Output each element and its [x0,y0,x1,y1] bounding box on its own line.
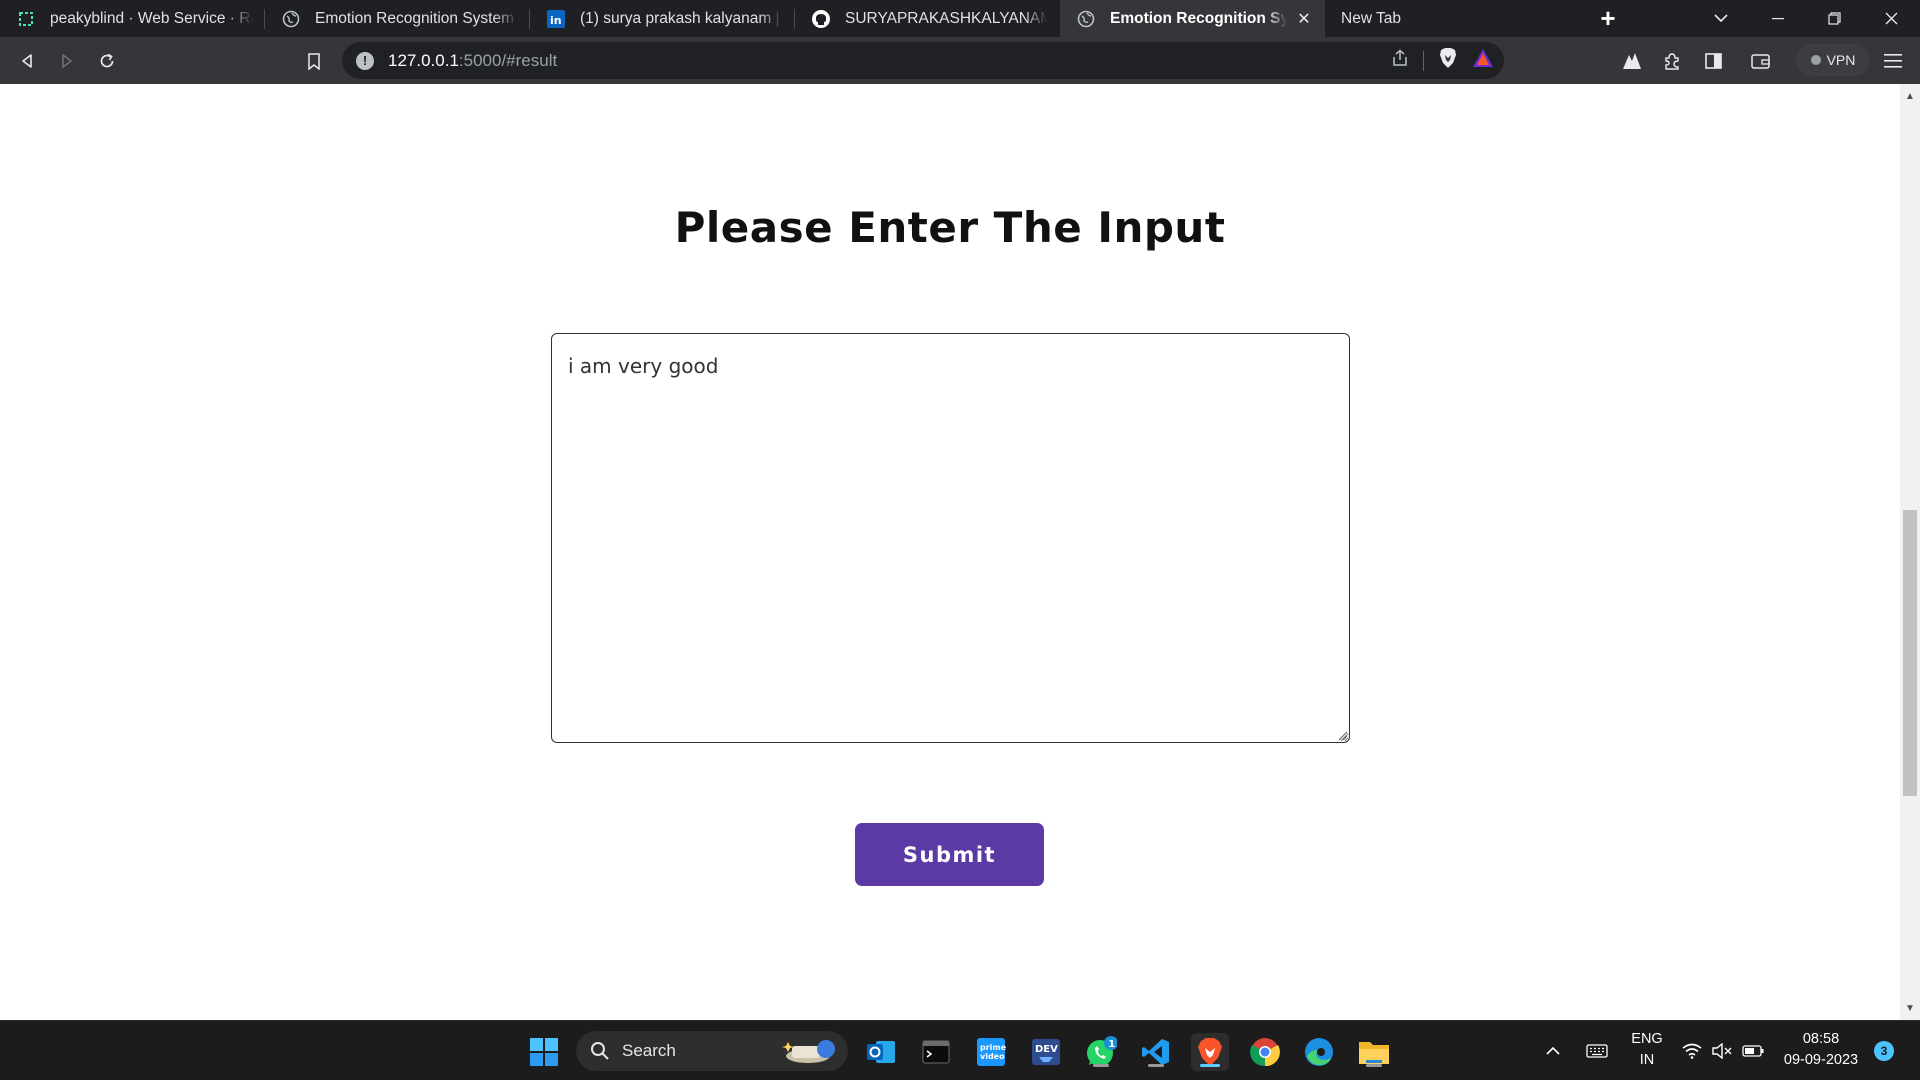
tab-strip: peakyblind · Web Service · Render Emotio… [0,0,1920,37]
prime-video-icon[interactable]: prime video [972,1033,1010,1071]
brave-rewards-icon[interactable] [1472,48,1494,73]
clock-date: 09-09-2023 [1783,1052,1859,1068]
svg-text:DEV: DEV [1035,1044,1058,1055]
search-label: Search [622,1041,676,1060]
whatsapp-badge: 1 [1108,1039,1115,1050]
language-code: ENG [1631,1031,1663,1047]
globe-icon [281,9,301,29]
scroll-up-icon[interactable]: ▲ [1900,88,1920,104]
windows-taskbar: Search prime video DEV 1 ENG IN 08:58 09… [0,1020,1920,1080]
search-icon [591,1042,609,1060]
vpn-status-dot [1810,55,1821,65]
page-scrollbar[interactable]: ▲ ▼ [1900,84,1920,1020]
tab-label: Emotion Recognition System [1110,9,1287,27]
minimize-icon[interactable] [1749,0,1806,37]
forward-icon[interactable] [47,41,87,81]
site-info-icon[interactable]: ! [356,51,374,70]
tab-search-chevron-icon[interactable] [1692,0,1749,37]
battery-icon[interactable] [1742,1021,1764,1081]
reload-icon[interactable] [87,41,127,81]
vpn-label: VPN [1826,52,1856,68]
taskbar-search-box[interactable]: Search [576,1031,848,1071]
dev-home-icon[interactable]: DEV [1027,1033,1065,1071]
bookmark-icon[interactable] [294,41,334,81]
windows-start-icon[interactable] [525,1033,563,1071]
file-explorer-icon[interactable] [1355,1033,1393,1071]
vpn-button[interactable]: VPN [1796,44,1870,76]
close-window-icon[interactable] [1863,0,1920,37]
back-icon[interactable] [7,41,47,81]
brave-browser-icon[interactable] [1191,1033,1229,1071]
new-tab-plus-icon[interactable]: + [1585,0,1631,37]
wifi-icon[interactable] [1682,1021,1702,1081]
scrollbar-thumb[interactable] [1903,510,1917,796]
browser-toolbar: ! 127.0.0.1:5000/#result VPN [0,37,1920,84]
show-hidden-icons-chevron[interactable] [1545,1021,1561,1081]
brave-news-icon[interactable] [1612,41,1652,81]
tab-linkedin[interactable]: in (1) surya prakash kalyanam | LinkedIn [530,0,795,37]
share-icon[interactable] [1391,49,1409,72]
region-code: IN [1639,1052,1655,1068]
web-page: Please Enter The Input i am very good Su… [0,84,1900,1020]
terminal-icon[interactable] [917,1033,955,1071]
menu-icon[interactable] [1873,41,1913,81]
extensions-icon[interactable] [1652,41,1692,81]
edge-icon[interactable] [1300,1033,1338,1071]
address-bar[interactable]: ! 127.0.0.1:5000/#result [342,42,1504,79]
svg-text:video: video [980,1052,1005,1061]
tab-label: SURYAPRAKASHKALYANAM/PEAKY [845,9,1048,27]
notification-badge[interactable]: 3 [1874,1041,1894,1061]
emotion-input-textarea[interactable]: i am very good [551,333,1350,743]
sidebar-icon[interactable] [1693,41,1733,81]
tab-emotion-1[interactable]: Emotion Recognition System [265,0,530,37]
tab-emotion-active[interactable]: Emotion Recognition System ✕ [1060,0,1325,37]
tab-label: Emotion Recognition System [315,9,515,27]
volume-muted-icon[interactable] [1712,1021,1732,1081]
tab-label: peakyblind · Web Service · Render [50,9,253,27]
tab-label: (1) surya prakash kalyanam | LinkedIn [580,9,783,27]
vscode-icon[interactable] [1137,1033,1175,1071]
tab-github[interactable]: SURYAPRAKASHKALYANAM/PEAKY [795,0,1060,37]
whatsapp-icon[interactable]: 1 [1082,1033,1120,1071]
globe-icon [1076,9,1096,29]
submit-button[interactable]: Submit [855,823,1044,886]
svg-text:in: in [550,14,562,27]
clock-time: 08:58 [1802,1031,1840,1047]
render-icon [16,9,36,29]
wallet-icon[interactable] [1740,41,1780,81]
close-tab-icon[interactable]: ✕ [1295,10,1313,28]
url-path: :5000/#result [458,50,558,70]
tab-new-tab[interactable]: New Tab [1325,0,1585,37]
svg-text:prime: prime [980,1043,1006,1052]
keyboard-icon[interactable] [1586,1021,1608,1081]
restore-icon[interactable] [1806,0,1863,37]
tab-render[interactable]: peakyblind · Web Service · Render [0,0,265,37]
outlook-icon[interactable] [862,1033,900,1071]
search-highlight-icon [782,1040,835,1063]
github-icon [811,9,831,29]
linkedin-icon: in [546,9,566,29]
url-host: 127.0.0.1 [388,50,459,70]
taskbar-clock[interactable]: 08:58 09-09-2023 [1778,1029,1864,1071]
brave-shield-icon[interactable] [1438,47,1458,74]
language-indicator[interactable]: ENG IN [1630,1029,1664,1071]
page-title: Please Enter The Input [674,203,1226,252]
chrome-icon[interactable] [1246,1033,1284,1071]
scroll-down-icon[interactable]: ▼ [1900,1000,1920,1016]
tab-label: New Tab [1341,9,1402,27]
